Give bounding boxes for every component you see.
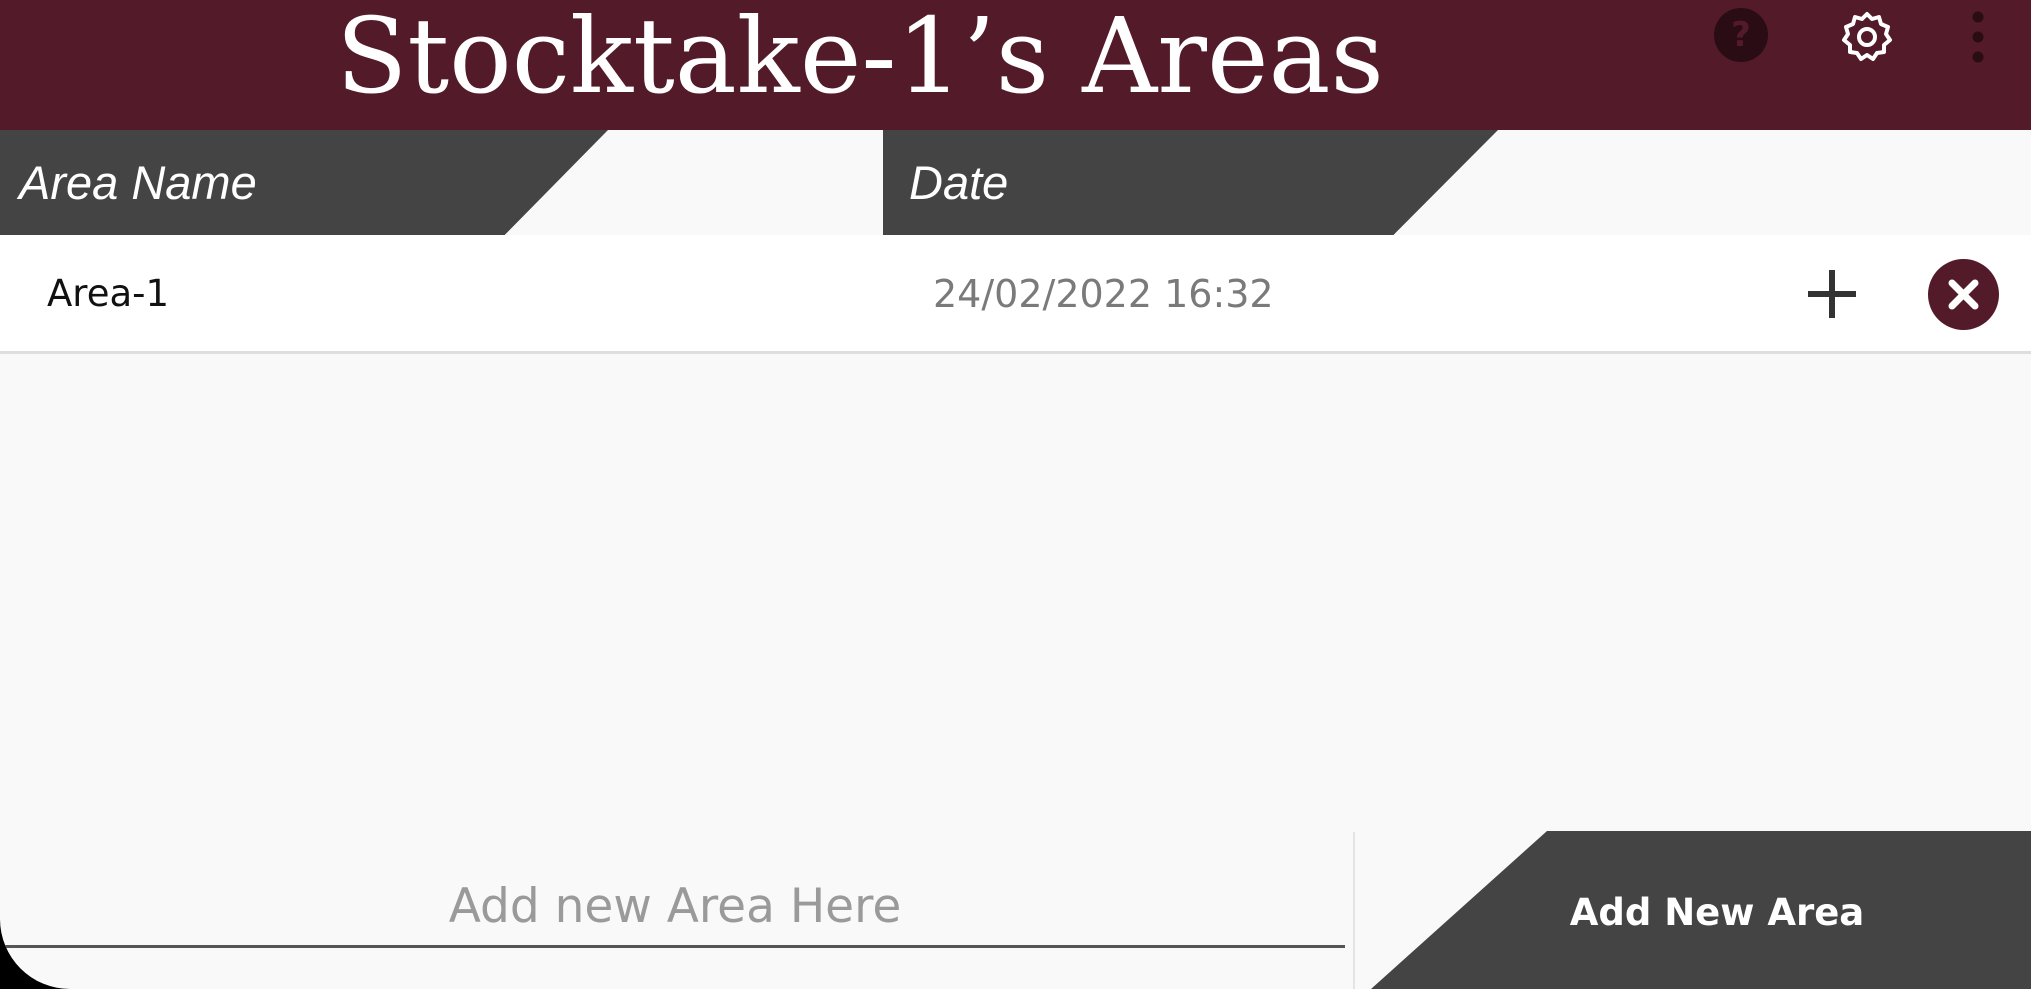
svg-text:?: ? [1731,15,1751,55]
column-header-area-name: Area Name [0,130,608,235]
area-name: Area-1 [47,272,170,315]
help-icon[interactable]: ? [1714,8,1768,62]
list-item[interactable]: Area-1 24/02/2022 16:32 [0,235,2031,354]
gear-icon[interactable] [1841,10,1893,62]
area-date: 24/02/2022 16:32 [933,272,1274,316]
delete-icon[interactable] [1928,259,1999,330]
new-area-input[interactable] [5,868,1345,948]
column-header-date: Date [883,130,1498,235]
areas-screen: Stocktake-1’s Areas ? Area Name Date Are… [0,0,2031,989]
divider [1353,832,1355,989]
app-header: Stocktake-1’s Areas ? [0,0,2031,130]
page-title: Stocktake-1’s Areas [336,0,1384,117]
add-new-area-button[interactable]: Add New Area [1371,831,2031,989]
more-vertical-icon[interactable] [1963,10,1993,64]
plus-icon[interactable] [1806,268,1858,320]
add-new-area-label: Add New Area [1569,891,1865,934]
